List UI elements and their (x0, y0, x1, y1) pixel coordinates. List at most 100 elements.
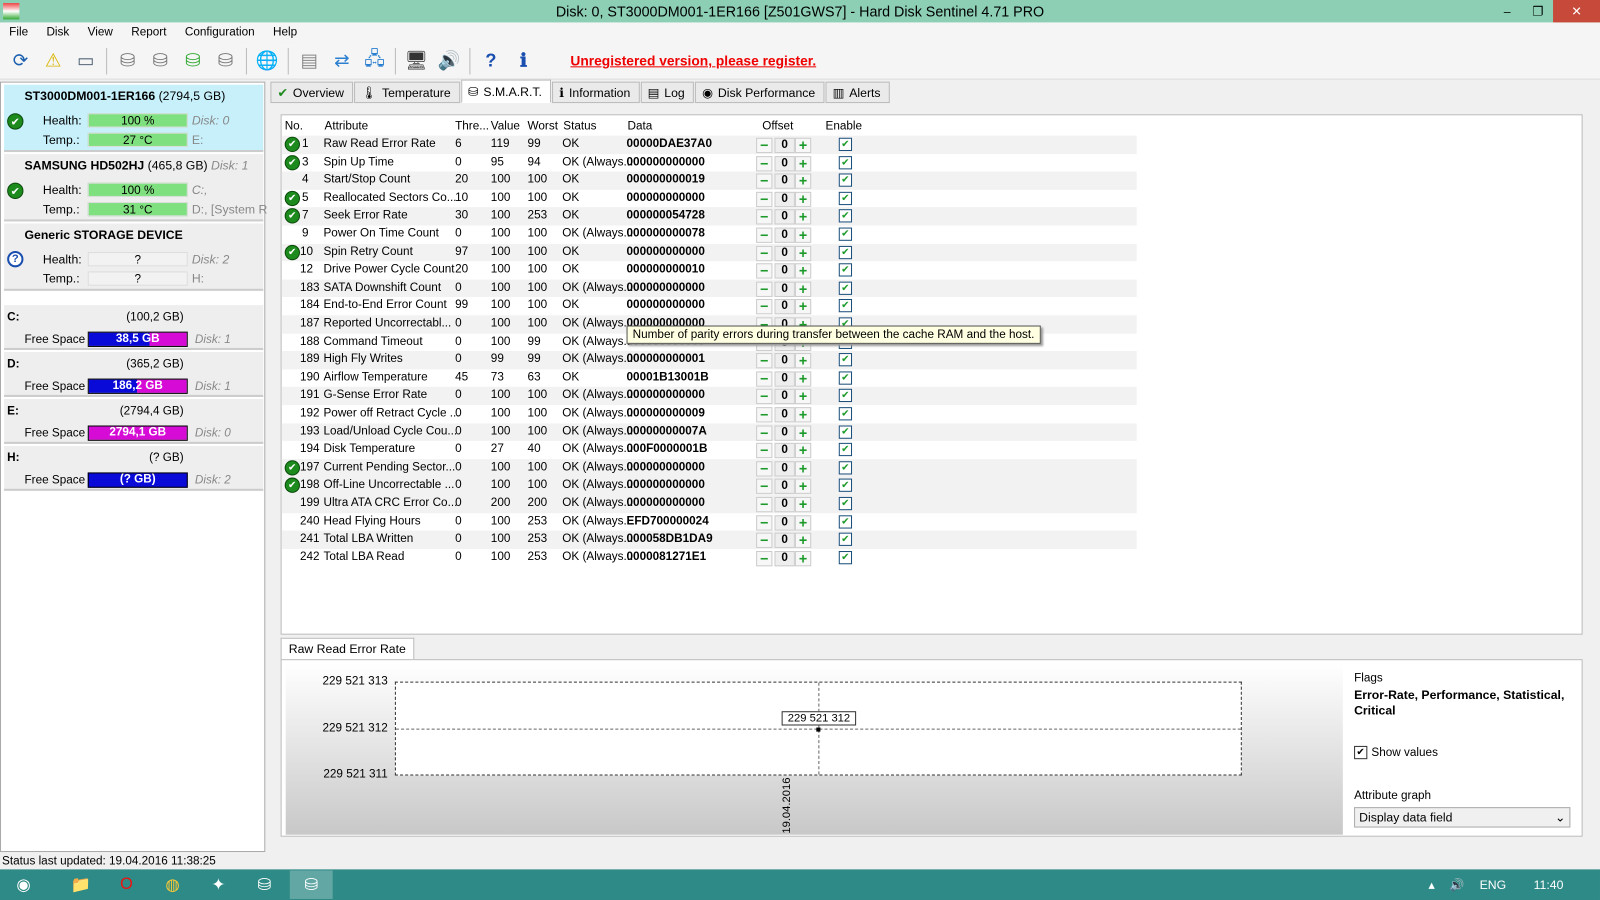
menu-disk[interactable]: Disk (37, 22, 78, 42)
table-row[interactable]: 193 Load/Unload Cycle Cou... 0 100 100 OK (Al… (281, 423, 1137, 442)
configuration-icon[interactable]: 🖥 (402, 46, 431, 75)
offset-value[interactable]: 0 (774, 371, 795, 387)
enable-checkbox[interactable]: ✔ (838, 299, 853, 313)
offset-increase-button[interactable]: + (794, 174, 812, 189)
register-link[interactable]: Unregistered version, please register. (570, 53, 816, 68)
start-button[interactable]: ◉ (4, 870, 43, 899)
offset-increase-button[interactable]: + (794, 263, 812, 279)
table-row[interactable]: 191 G-Sense Error Rate 0 100 100 OK (Always..… (281, 387, 1137, 406)
offset-decrease-button[interactable]: − (756, 210, 773, 225)
table-row[interactable]: 184 End-to-End Error Count 99 100 100 OK 00000… (282, 297, 1137, 315)
table-row[interactable]: 189 High Fly Writes 0 99 99 OK (Always... 0000… (281, 351, 1137, 370)
table-row[interactable]: ✔ 5 Reallocated Sectors Co... 10 100 100 OK 000… (282, 190, 1137, 208)
offset-decrease-button[interactable]: − (756, 532, 773, 549)
tab-disk-performance[interactable]: ◉ Disk Performance (694, 81, 825, 104)
offset-value[interactable]: 0 (774, 443, 795, 459)
enable-checkbox[interactable]: ✔ (838, 443, 853, 457)
offset-value[interactable]: 0 (774, 263, 795, 279)
enable-checkbox[interactable]: ✔ (838, 281, 853, 295)
attribute-graph-select[interactable]: Display data field ⌄ (1354, 807, 1571, 828)
col-worst[interactable]: Worst (528, 120, 558, 132)
table-row[interactable]: ✔ 197 Current Pending Sector... 0 100 100 OK (… (281, 458, 1137, 477)
offset-value[interactable]: 0 (774, 137, 795, 154)
enable-checkbox[interactable]: ✔ (838, 389, 853, 403)
offset-decrease-button[interactable]: − (756, 443, 773, 459)
language-indicator[interactable]: ENG (1480, 869, 1507, 900)
table-row[interactable]: 194 Disk Temperature 0 27 40 OK (Always... 000… (282, 441, 1137, 459)
offset-value[interactable]: 0 (774, 245, 795, 261)
offset-value[interactable]: 0 (774, 478, 795, 495)
offset-increase-button[interactable]: + (794, 156, 812, 172)
report-icon[interactable]: ▤ (295, 46, 324, 75)
tab-s-m-a-r-t[interactable]: ⛁ S.M.A.R.T. (460, 79, 552, 104)
enable-checkbox[interactable]: ✔ (838, 137, 853, 152)
send-report-icon[interactable]: ⇄ (328, 46, 357, 75)
table-row[interactable]: ✔ 7 Seek Error Rate 30 100 253 OK 000000054728−… (281, 207, 1137, 226)
table-row[interactable]: 183 SATA Downshift Count 0 100 100 OK (Always… (281, 279, 1137, 298)
offset-value[interactable]: 0 (774, 173, 795, 189)
offset-increase-button[interactable]: + (794, 246, 812, 261)
table-row[interactable]: 242 Total LBA Read 0 100 253 OK (Always... 000… (282, 549, 1137, 567)
enable-checkbox[interactable]: ✔ (838, 263, 853, 277)
offset-decrease-button[interactable]: − (756, 425, 773, 441)
enable-checkbox[interactable]: ✔ (838, 245, 853, 259)
offset-decrease-button[interactable]: − (756, 551, 773, 567)
network-icon[interactable]: 🖧 (360, 46, 389, 75)
show-values-checkbox[interactable]: ✔ Show values (1354, 745, 1438, 760)
volume-item[interactable]: D: (365,2 GB) Free Space 186,2 GB Disk: 1 (4, 352, 264, 397)
offset-increase-button[interactable]: + (794, 192, 812, 207)
offset-value[interactable]: 0 (774, 550, 795, 567)
col-offset[interactable]: Offset (762, 120, 793, 132)
offset-value[interactable]: 0 (774, 155, 795, 172)
sound-icon[interactable]: 🔊 (435, 46, 464, 75)
enable-checkbox[interactable]: ✔ (838, 425, 853, 439)
enable-checkbox[interactable]: ✔ (838, 155, 853, 169)
offset-decrease-button[interactable]: − (756, 299, 773, 315)
offset-value[interactable]: 0 (774, 425, 795, 441)
offset-decrease-button[interactable]: − (756, 371, 773, 387)
offset-value[interactable]: 0 (774, 209, 795, 225)
offset-decrease-button[interactable]: − (756, 156, 773, 172)
offset-value[interactable]: 0 (774, 407, 795, 423)
offset-increase-button[interactable]: + (794, 138, 812, 154)
enable-checkbox[interactable]: ✔ (838, 532, 853, 547)
disk-timer-icon[interactable]: ⛁ (146, 46, 175, 75)
offset-decrease-button[interactable]: − (756, 192, 773, 207)
menu-help[interactable]: Help (264, 22, 307, 42)
offset-increase-button[interactable]: + (794, 281, 812, 297)
restore-button[interactable]: ❐ (1522, 0, 1553, 22)
offset-value[interactable]: 0 (774, 389, 795, 405)
enable-checkbox[interactable]: ✔ (838, 550, 853, 565)
offset-value[interactable]: 0 (774, 532, 795, 549)
volume-item[interactable]: C: (100,2 GB) Free Space 38,5 GB Disk: 1 (4, 305, 264, 350)
offset-value[interactable]: 0 (774, 496, 795, 513)
tab-log[interactable]: ▤ Log (640, 81, 694, 104)
col-no[interactable]: No. (285, 120, 303, 132)
offset-increase-button[interactable]: + (794, 515, 812, 531)
hard-disk-sentinel-task[interactable]: ⛁ (289, 870, 333, 899)
enable-checkbox[interactable]: ✔ (838, 227, 853, 241)
tab-alerts[interactable]: ▥ Alerts (825, 81, 890, 104)
table-row[interactable]: 12 Drive Power Cycle Count 20 100 100 OK 00000… (282, 261, 1137, 279)
volume-item[interactable]: E: (2794,4 GB) Free Space 2794,1 GB Disk: 0 (4, 398, 264, 444)
table-row[interactable]: ✔ 198 Off-Line Uncorrectable ... 0 100 100 OK … (281, 476, 1137, 495)
globe-disk-icon[interactable]: 🌐 (253, 46, 282, 75)
offset-increase-button[interactable]: + (794, 532, 812, 549)
file-explorer-icon[interactable]: 📁 (59, 870, 102, 899)
offset-increase-button[interactable]: + (794, 479, 812, 495)
table-row[interactable]: 190 Airflow Temperature 45 73 63 OK 00001B1300… (282, 369, 1137, 387)
table-row[interactable]: 9 Power On Time Count 0 100 100 OK (Always...… (282, 226, 1137, 244)
table-row[interactable]: 192 Power off Retract Cycle ... 0 100 100 OK … (282, 405, 1137, 423)
enable-checkbox[interactable]: ✔ (838, 371, 853, 385)
offset-value[interactable]: 0 (774, 227, 795, 243)
offset-increase-button[interactable]: + (794, 496, 812, 513)
offset-decrease-button[interactable]: − (756, 479, 773, 495)
menu-configuration[interactable]: Configuration (176, 22, 264, 42)
enable-checkbox[interactable]: ✔ (838, 353, 853, 367)
offset-increase-button[interactable]: + (794, 551, 812, 567)
table-row[interactable]: 199 Ultra ATA CRC Error Co... 0 200 200 OK (A… (281, 494, 1137, 513)
offset-increase-button[interactable]: + (794, 353, 812, 369)
volume-item[interactable]: H: (? GB) Free Space (? GB) Disk: 2 (4, 445, 264, 491)
tab-graph-attribute[interactable]: Raw Read Error Rate (280, 637, 414, 661)
offset-value[interactable]: 0 (774, 353, 795, 369)
